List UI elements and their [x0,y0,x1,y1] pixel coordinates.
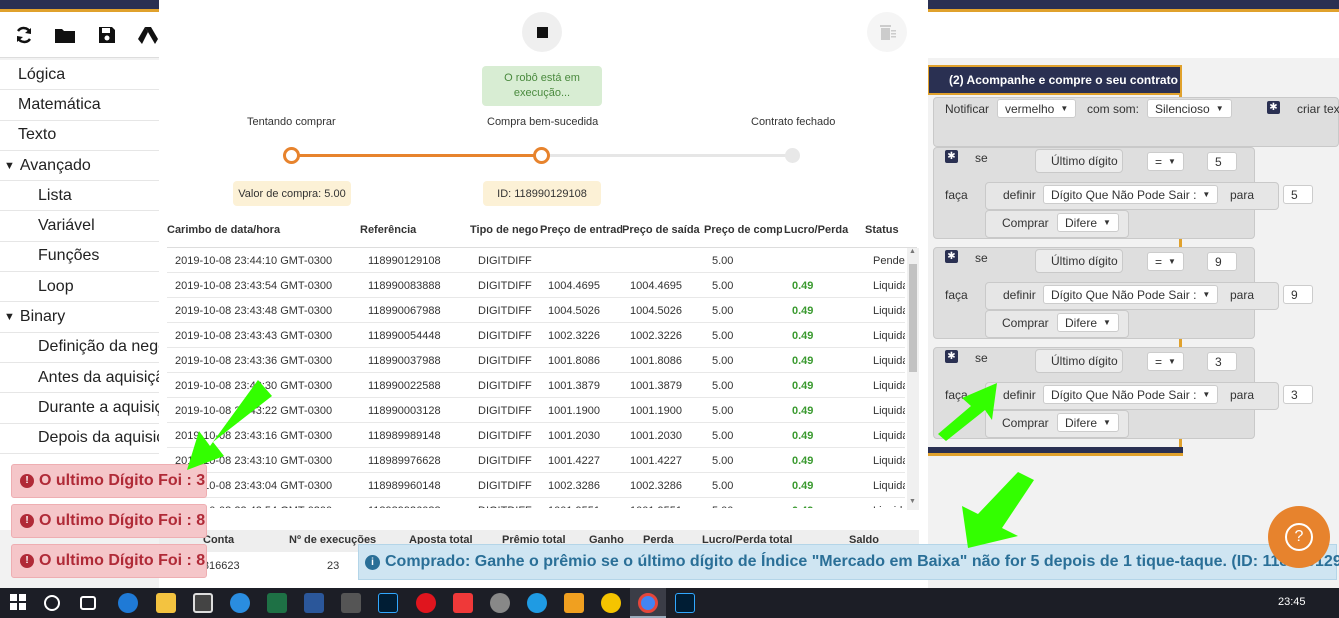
word-icon[interactable] [304,593,324,613]
windows-taskbar: 23:45 [0,588,1339,618]
photoshop-icon-2[interactable] [675,593,695,613]
store-icon[interactable] [193,593,213,613]
photoshop-icon[interactable] [378,593,398,613]
media-player-icon[interactable] [564,593,584,613]
app-root: Lógica Matemática Texto ▼ Avançado Lista Variá… [0,0,1339,618]
arrow-center [938,383,997,441]
arrow-right [962,472,1034,548]
internet-explorer-icon[interactable] [230,593,250,613]
edge-icon[interactable] [118,593,138,613]
vivaldi-icon[interactable] [453,593,473,613]
file-explorer-icon[interactable] [156,593,176,613]
arrow-left [187,380,272,470]
green-arrows [187,380,1034,548]
taskbar-clock: 23:45 [1278,596,1306,608]
calculator-icon[interactable] [341,593,361,613]
task-view-icon[interactable] [80,596,96,610]
chrome-icon[interactable] [638,593,658,613]
game-icon[interactable] [490,593,510,613]
windows-start-icon[interactable] [9,593,29,613]
opera-icon[interactable] [416,593,436,613]
browser-icon[interactable] [527,593,547,613]
search-icon[interactable] [44,595,60,611]
excel-icon[interactable] [267,593,287,613]
app-icon[interactable] [601,593,621,613]
